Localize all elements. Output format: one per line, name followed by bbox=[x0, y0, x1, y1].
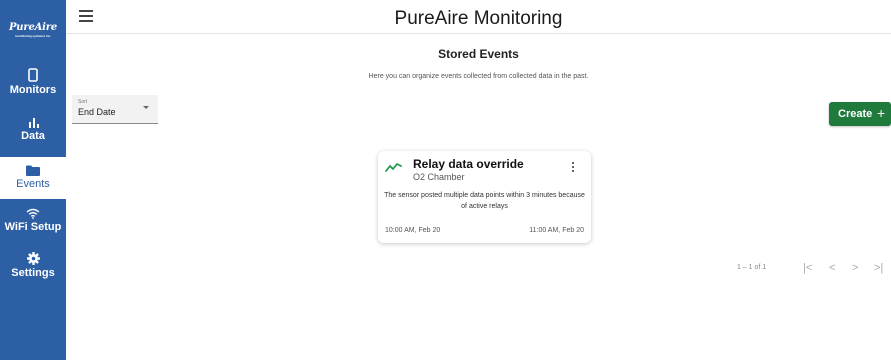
sort-select[interactable]: Sort End Date bbox=[72, 95, 158, 124]
plus-icon: + bbox=[877, 105, 886, 121]
event-end-time: 11:00 AM, Feb 20 bbox=[529, 227, 584, 234]
logo-text: PureAire bbox=[8, 22, 57, 33]
dropdown-arrow-icon bbox=[143, 106, 149, 109]
top-bar: PureAire Monitoring bbox=[66, 0, 891, 34]
phone-icon bbox=[28, 68, 38, 82]
page-title: Stored Events bbox=[438, 47, 519, 61]
sidebar-item-monitors[interactable]: Monitors bbox=[0, 68, 66, 96]
sort-label: Sort bbox=[78, 99, 88, 105]
sidebar-item-label: WiFi Setup bbox=[4, 221, 62, 233]
previous-page-icon[interactable]: < bbox=[829, 262, 835, 274]
trend-line-icon bbox=[385, 163, 402, 172]
sidebar-item-label: Events bbox=[16, 178, 50, 190]
sort-value: End Date bbox=[78, 107, 116, 117]
more-options-icon[interactable] bbox=[568, 162, 578, 176]
next-page-icon[interactable]: > bbox=[852, 262, 858, 274]
gear-icon bbox=[26, 252, 40, 265]
sidebar-item-settings[interactable]: Settings bbox=[0, 252, 66, 279]
last-page-icon[interactable]: >| bbox=[874, 262, 883, 274]
page-subtitle: Here you can organize events collected f… bbox=[368, 73, 589, 80]
event-title: Relay data override bbox=[413, 157, 524, 171]
first-page-icon[interactable]: |< bbox=[803, 262, 812, 274]
sidebar-item-events[interactable]: Events bbox=[0, 157, 66, 199]
sidebar-item-wifi-setup[interactable]: WiFi Setup bbox=[0, 208, 66, 233]
event-card[interactable]: Relay data override O2 Chamber The senso… bbox=[378, 151, 591, 243]
create-button[interactable]: Create + bbox=[829, 102, 891, 126]
folder-icon bbox=[26, 165, 40, 176]
create-button-label: Create bbox=[838, 108, 873, 120]
sidebar-item-label: Data bbox=[21, 130, 45, 142]
event-description: The sensor posted multiple data points w… bbox=[384, 192, 585, 210]
pagination-range: 1 – 1 of 1 bbox=[737, 264, 767, 271]
logo: PureAire monitoring systems inc. bbox=[0, 22, 66, 38]
event-start-time: 10:00 AM, Feb 20 bbox=[385, 227, 441, 234]
sidebar-item-label: Monitors bbox=[9, 84, 57, 96]
sidebar-item-data[interactable]: Data bbox=[0, 116, 66, 142]
sidebar: PureAire monitoring systems inc. Monitor… bbox=[0, 0, 66, 360]
logo-tagline: monitoring systems inc. bbox=[14, 34, 52, 38]
app-title: PureAire Monitoring bbox=[394, 8, 563, 29]
bar-chart-icon bbox=[29, 118, 39, 128]
event-subtitle: O2 Chamber bbox=[413, 172, 465, 182]
wifi-icon bbox=[26, 208, 40, 219]
sidebar-item-label: Settings bbox=[11, 267, 55, 279]
